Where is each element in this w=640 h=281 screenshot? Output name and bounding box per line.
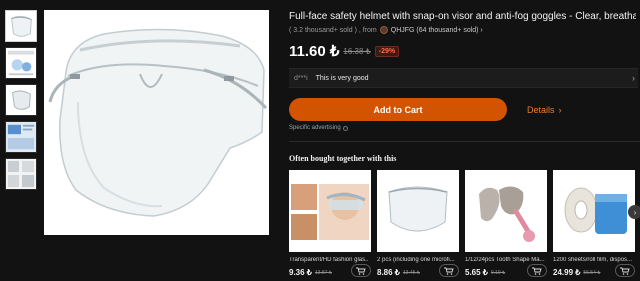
original-price: 16.38 ₺ <box>343 46 371 56</box>
product-image[interactable] <box>377 170 459 252</box>
add-to-cart-button[interactable] <box>351 264 371 277</box>
review-user: d***i <box>294 74 308 82</box>
add-to-cart-button[interactable] <box>615 264 635 277</box>
product-old-price: 9.19 ₺ <box>490 269 506 276</box>
often-bought-heading: Often bought together with this <box>289 154 397 163</box>
current-price: 11.60 ₺ <box>289 43 340 60</box>
product-old-price: 13.87 ₺ <box>314 269 332 276</box>
review-text: This is very good <box>315 74 369 82</box>
chevron-right-icon: › <box>558 104 562 115</box>
product-image[interactable] <box>289 170 371 252</box>
product-name: Transparent/HD fashion glas... <box>289 257 369 263</box>
product-old-price: 56.54 ₺ <box>583 269 601 276</box>
sold-count: ( 3.2 thousand+ sold ) , from <box>289 26 377 34</box>
thumbnail-3[interactable] <box>5 84 37 116</box>
product-info: Full-face safety helmet with snap-on vis… <box>289 10 640 277</box>
discount-badge: -29% <box>374 45 400 57</box>
thumbnail-4[interactable] <box>5 121 37 153</box>
sponsored-label: Specific advertising <box>289 125 348 131</box>
divider <box>289 141 640 142</box>
product-card[interactable]: 2 pcs (including one microfi... 8.86 ₺ 1… <box>377 170 459 277</box>
add-to-cart-button[interactable] <box>527 264 547 277</box>
thumbnail-2[interactable] <box>5 47 37 79</box>
product-image[interactable] <box>465 170 547 252</box>
product-title: Full-face safety helmet with snap-on vis… <box>289 11 636 22</box>
cart-icon <box>532 267 542 275</box>
recommended-products: Transparent/HD fashion glas... 9.36 ₺ 13… <box>289 170 640 281</box>
thumbnail-5[interactable] <box>5 158 37 190</box>
review-snippet[interactable]: d***i This is very good › <box>289 68 638 88</box>
product-price: 5.65 ₺ <box>465 268 488 277</box>
add-to-cart-button[interactable]: Add to Cart <box>289 98 507 121</box>
product-price: 9.36 ₺ <box>289 268 312 277</box>
product-name: 2 pcs (including one microfi... <box>377 257 455 263</box>
product-old-price: 13.45 ₺ <box>402 269 420 276</box>
thumbnail-1[interactable] <box>5 10 37 42</box>
cart-icon <box>444 267 454 275</box>
details-label: Details <box>527 104 555 115</box>
details-link[interactable]: Details › <box>527 105 562 115</box>
product-image[interactable] <box>553 170 635 252</box>
product-name: 1/12/24pcs Tooth Shape Ma... <box>465 257 545 263</box>
product-price: 8.86 ₺ <box>377 268 400 277</box>
product-card[interactable]: Transparent/HD fashion glas... 9.36 ₺ 13… <box>289 170 371 277</box>
add-to-cart-button[interactable] <box>439 264 459 277</box>
cart-icon <box>620 267 630 275</box>
product-card[interactable]: 1200 sheets/roll film, dispos... 24.99 ₺… <box>553 170 635 277</box>
chevron-right-icon: › <box>632 73 635 83</box>
cart-icon <box>356 267 366 275</box>
chevron-right-icon[interactable]: › <box>628 205 640 219</box>
store-icon <box>379 26 388 34</box>
product-name: 1200 sheets/roll film, dispos... <box>553 257 633 263</box>
product-card[interactable]: 1/12/24pcs Tooth Shape Ma... 5.65 ₺ 9.19… <box>465 170 547 277</box>
sponsored-text: Specific advertising <box>289 125 341 131</box>
product-price: 24.99 ₺ <box>553 268 581 277</box>
main-product-image[interactable] <box>44 10 269 235</box>
thumbnail-list <box>5 10 39 195</box>
action-row: Add to Cart Details › <box>289 98 562 121</box>
sales-meta: ( 3.2 thousand+ sold ) , from QHJFG (64 … <box>289 26 640 34</box>
store-link[interactable]: QHJFG (64 thousand+ sold) › <box>391 27 483 34</box>
price-row: 11.60 ₺ 16.38 ₺ -29% <box>289 42 640 60</box>
info-icon[interactable] <box>342 125 348 131</box>
